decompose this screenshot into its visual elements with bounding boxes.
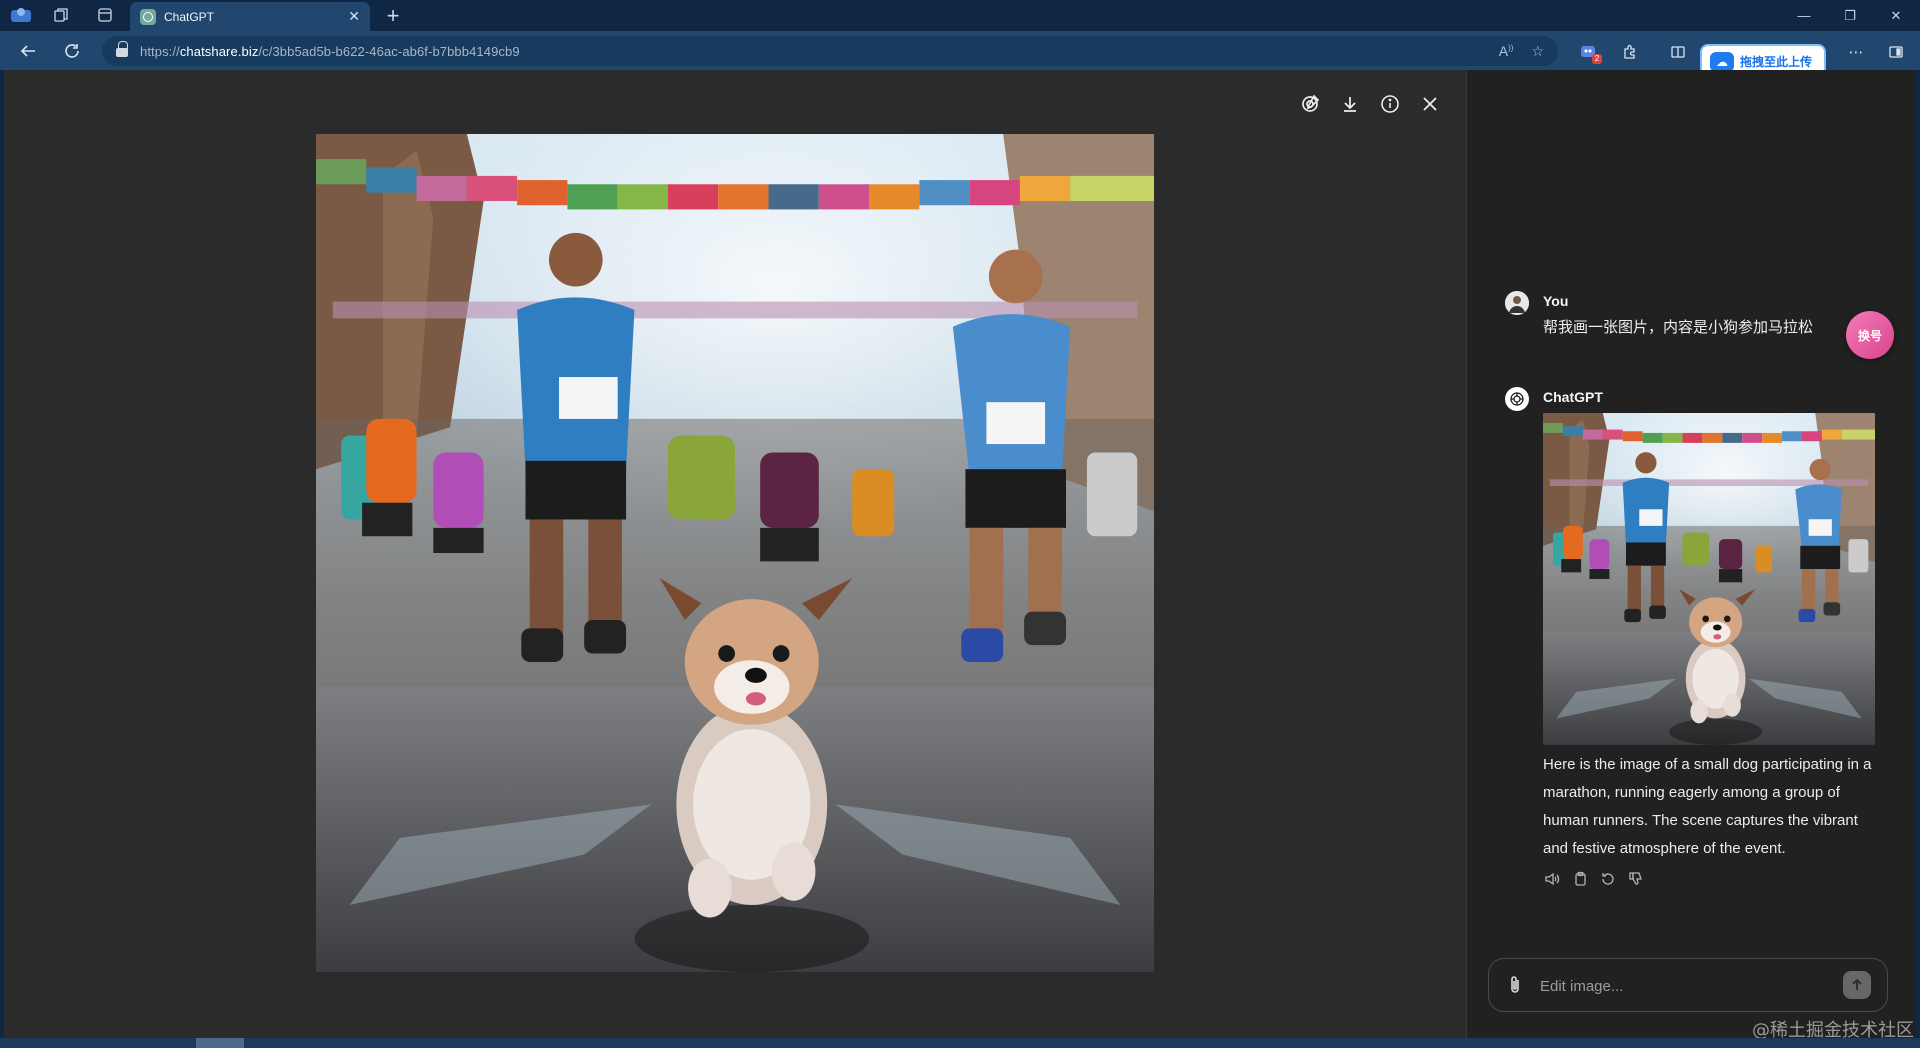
download-icon[interactable] (1336, 90, 1364, 118)
tab-chatgpt[interactable]: ChatGPT ✕ (130, 2, 370, 31)
minimize-button[interactable]: — (1781, 0, 1827, 31)
read-aloud-icon[interactable]: A)) (1499, 43, 1514, 59)
send-button[interactable] (1843, 971, 1871, 999)
restore-button[interactable]: ❐ (1827, 0, 1873, 31)
assistant-name: ChatGPT (1543, 389, 1603, 405)
cloud-upload-icon: ☁ (1710, 51, 1734, 72)
generated-image-thumbnail[interactable] (1543, 413, 1875, 745)
assistant-message: Here is the image of a small dog partici… (1543, 756, 1872, 857)
favorite-star-icon[interactable]: ☆ (1531, 43, 1544, 60)
info-icon[interactable] (1376, 90, 1404, 118)
chatgpt-favicon-icon (140, 8, 156, 25)
profile-icon[interactable] (8, 4, 34, 26)
close-window-button[interactable]: ✕ (1873, 0, 1919, 31)
extensions-puzzle-icon[interactable] (1618, 40, 1642, 64)
sidebar-toggle-icon[interactable] (1884, 40, 1908, 64)
url-text[interactable]: https://chatshare.biz/c/3bb5ad5b-b622-46… (140, 44, 1481, 59)
upload-label: 拖拽至此上传 (1740, 55, 1813, 69)
taskbar-strip (0, 1038, 1920, 1048)
more-options-icon[interactable]: ⋯ (1844, 40, 1868, 64)
user-message: 帮我画一张图片，内容是小狗参加马拉松 (1543, 318, 1814, 336)
user-avatar (1505, 291, 1529, 315)
edit-image-input[interactable] (1538, 966, 1832, 1006)
tab-actions-icon[interactable] (92, 4, 118, 26)
lock-icon[interactable] (116, 41, 128, 57)
new-tab-button[interactable]: + (380, 3, 406, 29)
chatgpt-avatar (1505, 387, 1529, 411)
split-screen-icon[interactable] (1666, 40, 1690, 64)
tab-title: ChatGPT (164, 9, 215, 24)
thumbs-down-icon[interactable] (1626, 869, 1646, 889)
panel-divider (1466, 70, 1467, 1038)
back-button[interactable] (14, 38, 42, 64)
edit-icon[interactable] (1296, 90, 1324, 118)
address-bar[interactable]: https://chatshare.biz/c/3bb5ad5b-b622-46… (102, 36, 1558, 66)
close-tab-icon[interactable]: ✕ (348, 8, 360, 25)
copy-icon[interactable] (1570, 869, 1590, 889)
paperclip-icon[interactable] (1504, 974, 1526, 996)
extension-badge: 2 (1592, 54, 1602, 64)
speaker-icon[interactable] (1542, 869, 1562, 889)
extension-icon[interactable]: 2 (1576, 40, 1602, 64)
user-name: You (1543, 293, 1569, 309)
close-icon[interactable] (1416, 90, 1444, 118)
workspaces-icon[interactable] (48, 4, 74, 26)
taskbar-item[interactable] (196, 1038, 244, 1048)
generated-image[interactable] (316, 134, 1154, 972)
regenerate-icon[interactable] (1598, 869, 1618, 889)
swap-account-button[interactable]: 换号 (1846, 311, 1894, 359)
refresh-button[interactable] (58, 38, 86, 64)
